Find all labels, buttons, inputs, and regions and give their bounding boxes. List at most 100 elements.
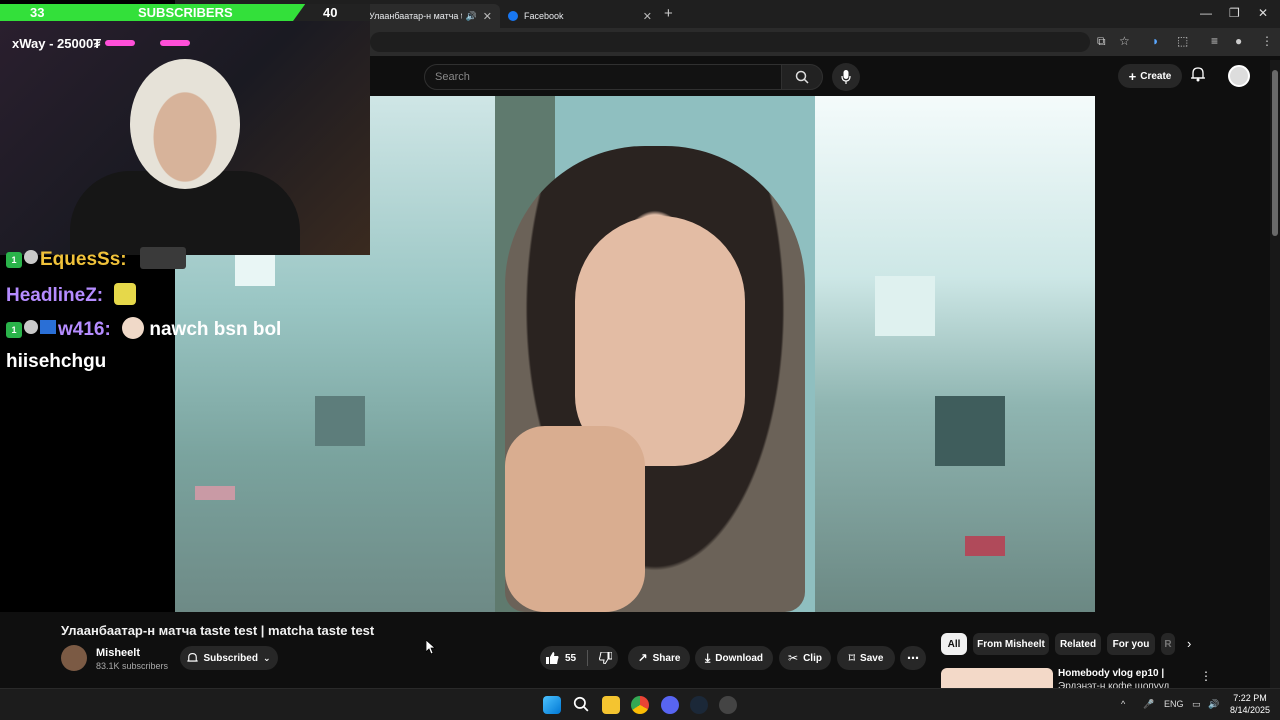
subs-label: SUBSCRIBERS [138,5,233,20]
subs-current: 33 [30,5,45,20]
pink-neon-decoration [105,40,135,46]
chat-username: w416: [58,319,111,340]
bell-icon [1191,67,1205,82]
bookmark-star-icon[interactable]: ☆ [1119,34,1130,48]
thumbs-down-icon[interactable] [599,652,613,664]
first-badge-icon: 1 [6,322,22,338]
subs-goal: 40 [323,5,338,20]
media-icon[interactable]: ≡ [1211,34,1218,48]
chat-username: EquesSs: [40,249,127,270]
chip-from-channel[interactable]: From Misheelt [973,633,1049,655]
bell-icon [187,652,199,662]
create-button[interactable]: + Create [1118,64,1182,88]
volume-icon[interactable]: 🔊 [1208,699,1219,710]
start-windows-icon[interactable] [543,696,561,714]
obs-icon[interactable] [719,696,737,714]
save-button[interactable]: ⌑ Save [837,646,895,670]
speaker-icon[interactable]: 🔊 [466,11,477,22]
search-input[interactable]: Search [424,64,782,90]
system-clock[interactable]: 7:22 PM 8/14/2025 [1227,692,1273,716]
search-button[interactable] [781,64,823,90]
flag-badge-icon [40,320,56,334]
share-button[interactable]: ↗ Share [628,646,690,670]
install-app-icon[interactable]: ⧉ [1097,34,1106,49]
mouse-cursor-icon [426,640,436,654]
recommended-thumbnail[interactable] [941,668,1053,688]
chat-username: hiisehchgu [6,351,107,372]
download-label: Download [715,652,764,664]
close-tab-icon[interactable]: ✕ [643,10,652,23]
chevron-down-icon: ⌄ [262,652,271,663]
chip-all[interactable]: All [941,633,967,655]
chip-for-you[interactable]: For you [1107,633,1155,655]
discord-icon[interactable] [661,696,679,714]
close-tab-icon[interactable]: ✕ [483,10,492,23]
recommended-subtitle: Эрдэнэт-н кофе шопууд [1058,681,1170,688]
emote-icon [139,247,186,269]
channel-name[interactable]: Misheelt [96,647,140,659]
tab-label: Улаанбаатар-н матча taste [369,11,462,21]
chip-partial[interactable]: R [1161,633,1175,655]
like-button[interactable]: 55 [545,652,577,664]
channel-subscriber-count: 83.1K subscribers [96,661,169,671]
emote-icon [122,317,145,339]
video-person-hand [505,426,645,612]
cat-badge-icon [24,250,38,264]
account-avatar[interactable] [1228,65,1250,87]
tab-label: Facebook [524,11,564,21]
tab-facebook[interactable]: Facebook ✕ [500,4,660,28]
emote-icon [114,283,137,305]
scrollbar-thumb[interactable] [1272,70,1278,236]
create-label: Create [1140,70,1172,82]
network-icon[interactable]: ▭ [1192,699,1201,710]
like-dislike-group: 55 [540,646,618,670]
pink-neon-decoration [160,40,190,46]
subscriber-goal-bar: 33 SUBSCRIBERS 40 [0,4,370,21]
language-indicator[interactable]: ENG [1164,699,1184,709]
microphone-icon [841,70,851,84]
recommended-title[interactable]: Homebody vlog ep10 | [1058,668,1164,679]
voice-search-button[interactable] [832,63,860,91]
extension-icon[interactable]: ◗ [1152,34,1159,48]
channel-avatar[interactable] [61,645,87,671]
subscribed-label: Subscribed [203,652,258,664]
close-window-icon[interactable]: ✕ [1258,6,1268,20]
more-horizontal-icon: ⋯ [907,651,919,665]
more-actions-button[interactable]: ⋯ [900,646,926,670]
save-label: Save [860,652,884,664]
subscribed-button[interactable]: Subscribed ⌄ [180,646,278,670]
chevron-up-icon[interactable]: ^ [1121,699,1125,709]
video-title: Улаанбаатар-н матча taste test | matcha … [61,623,375,638]
facebook-favicon-icon [508,11,518,21]
minimize-icon[interactable]: — [1200,6,1212,20]
taskbar-search-icon[interactable] [573,696,591,714]
share-icon: ↗ [637,651,648,665]
clip-label: Clip [803,652,822,664]
chevron-right-icon[interactable]: › [1187,636,1191,651]
like-count: 55 [564,652,577,664]
new-tab-icon[interactable]: + [664,5,673,22]
chat-message: 1 EquesSs: [6,247,186,271]
microphone-icon[interactable]: 🎤 [1143,699,1154,710]
download-icon: ⤓ [704,650,711,665]
streamer-head [130,59,240,189]
notifications-button[interactable] [1191,66,1205,82]
profile-icon[interactable]: ● [1235,34,1242,48]
menu-kebab-icon[interactable]: ⋮ [1261,34,1273,48]
cat-badge-icon [24,320,38,334]
file-explorer-icon[interactable] [602,696,620,714]
menu-kebab-icon[interactable]: ⋮ [1200,669,1212,683]
steam-icon[interactable] [690,696,708,714]
chat-message-text: nawch bsn bol [149,319,282,340]
chip-related[interactable]: Related [1055,633,1101,655]
search-icon [795,70,809,84]
address-bar[interactable] [370,32,1090,52]
windows-taskbar: ^ 🎤 ENG ▭ 🔊 7:22 PM 8/14/2025 [0,688,1280,720]
first-badge-icon: 1 [6,252,22,268]
clock-time: 7:22 PM [1233,693,1267,703]
puzzle-icon[interactable]: ⬚ [1177,34,1188,48]
restore-icon[interactable]: ❐ [1229,6,1240,20]
clip-button[interactable]: ✂ Clip [779,646,831,670]
chrome-icon[interactable] [631,696,649,714]
download-button[interactable]: ⤓ Download [695,646,773,670]
